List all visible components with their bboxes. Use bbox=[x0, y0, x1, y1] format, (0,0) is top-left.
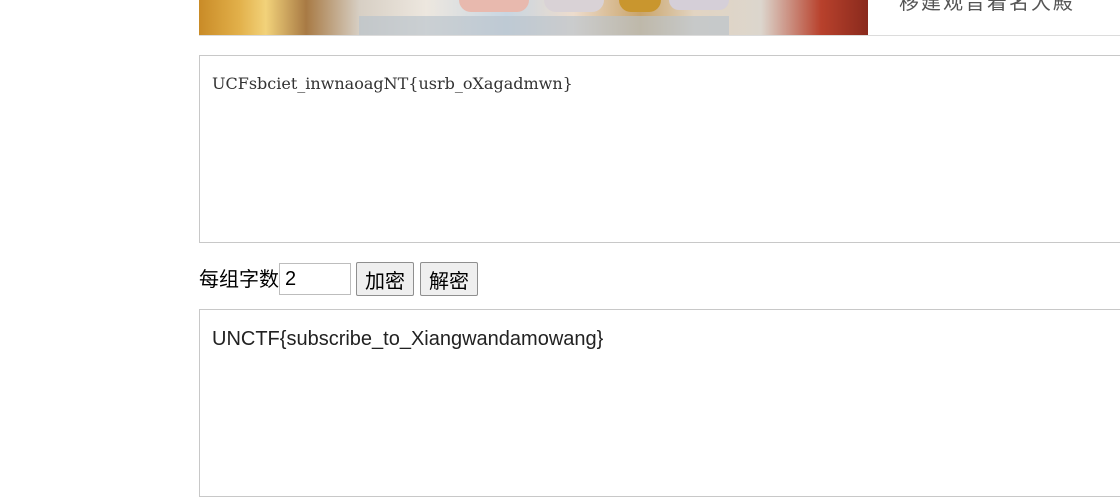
encrypt-button[interactable]: 加密 bbox=[356, 262, 414, 296]
plaintext-textarea[interactable]: UNCTF{subscribe_to_Xiangwandamowang} bbox=[199, 309, 1120, 497]
banner-caption: 移建观音着名大殿 bbox=[899, 0, 1075, 14]
photo-bowl bbox=[459, 0, 529, 12]
group-size-input[interactable] bbox=[279, 263, 351, 295]
temple-photo bbox=[199, 0, 868, 35]
photo-bowl bbox=[544, 0, 604, 12]
cipher-controls: 每组字数 加密 解密 bbox=[199, 262, 484, 296]
photo-bowl bbox=[669, 0, 729, 10]
photo-bowl bbox=[619, 0, 661, 12]
ciphertext-textarea[interactable]: UCFsbciet_inwnaoagNT{usrb_oXagadmwn} bbox=[199, 55, 1120, 243]
group-size-label: 每组字数 bbox=[199, 267, 279, 291]
decrypt-button[interactable]: 解密 bbox=[420, 262, 478, 296]
article-banner: 移建观音着名大殿 bbox=[199, 0, 1120, 36]
photo-shelf bbox=[359, 16, 729, 35]
